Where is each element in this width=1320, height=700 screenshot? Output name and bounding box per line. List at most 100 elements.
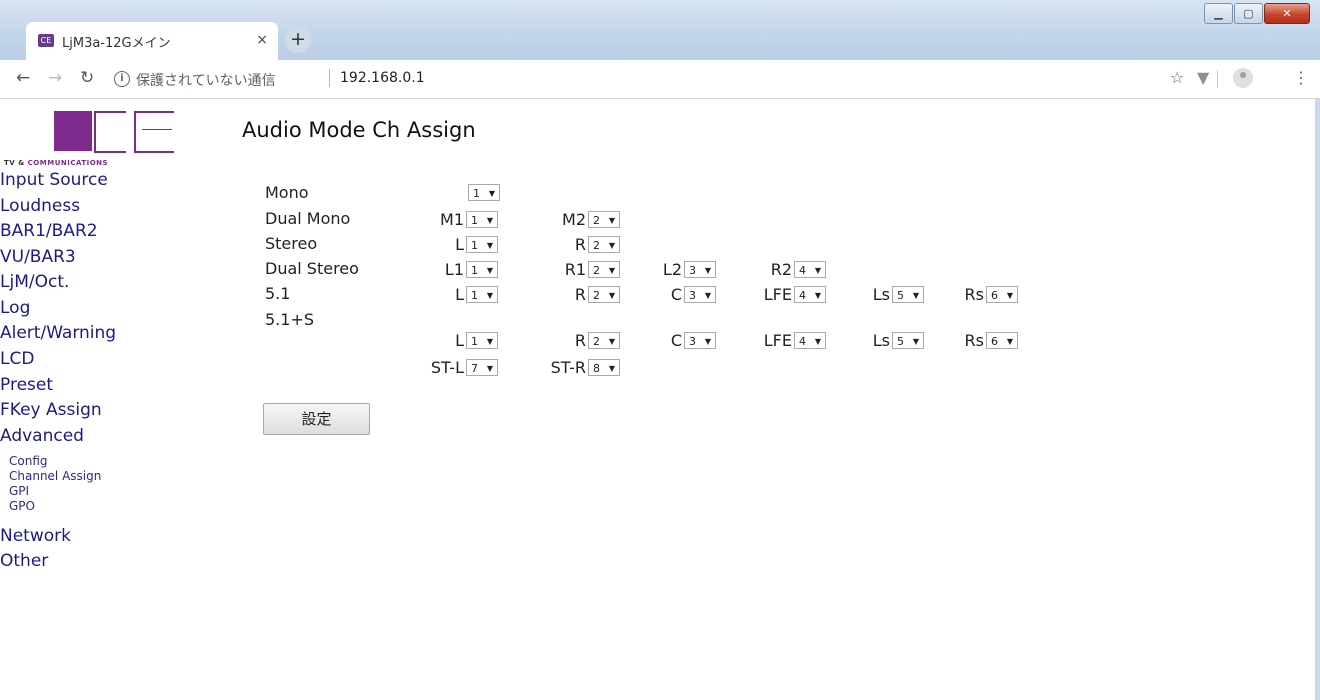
channel-select[interactable]: 1 ▼ bbox=[468, 184, 500, 201]
bookmark-star-icon[interactable]: ☆ bbox=[1170, 68, 1184, 87]
nav-ljm-oct[interactable]: LjM/Oct. bbox=[0, 272, 69, 292]
nav-lcd[interactable]: LCD bbox=[0, 349, 34, 369]
channel-select[interactable]: 2 ▼ bbox=[588, 332, 620, 349]
channel-select[interactable]: 3 ▼ bbox=[684, 286, 716, 303]
select-value: 3 bbox=[689, 335, 696, 348]
channel-select[interactable]: 6 ▼ bbox=[986, 332, 1018, 349]
channel-select[interactable]: 1 ▼ bbox=[466, 211, 498, 228]
channel-select[interactable]: 5 ▼ bbox=[892, 332, 924, 349]
channel-select[interactable]: 3 ▼ bbox=[684, 332, 716, 349]
reload-icon[interactable]: ↻ bbox=[80, 68, 94, 88]
nav-sub-channel-assign[interactable]: Channel Assign bbox=[9, 469, 101, 483]
channel-select[interactable]: 2 ▼ bbox=[588, 286, 620, 303]
channel-select[interactable]: 2 ▼ bbox=[588, 261, 620, 278]
dropdown-arrow-icon: ▼ bbox=[608, 216, 615, 225]
nav-sub-config[interactable]: Config bbox=[9, 454, 48, 468]
nav-sub-gpo[interactable]: GPO bbox=[9, 499, 35, 513]
channel-label: R bbox=[574, 331, 586, 350]
address-url[interactable]: 192.168.0.1 bbox=[340, 70, 425, 86]
nav-fkey-assign[interactable]: FKey Assign bbox=[0, 400, 102, 420]
dropdown-arrow-icon: ▼ bbox=[608, 291, 615, 300]
channel-label: R bbox=[574, 285, 586, 304]
logo-mark-c bbox=[94, 111, 126, 153]
close-window-icon[interactable]: ✕ bbox=[1264, 3, 1310, 24]
channel-select[interactable]: 8 ▼ bbox=[588, 359, 620, 376]
logo-mark-block bbox=[82, 111, 92, 151]
menu-kebab-icon[interactable]: ⋮ bbox=[1293, 68, 1309, 87]
channel-label: M2 bbox=[562, 210, 586, 229]
select-value: 3 bbox=[689, 264, 696, 277]
dropdown-arrow-icon: ▼ bbox=[488, 189, 495, 198]
nav-advanced[interactable]: Advanced bbox=[0, 426, 84, 446]
mode-label-5-1: 5.1 bbox=[265, 284, 291, 303]
channel-select[interactable]: 6 ▼ bbox=[986, 286, 1018, 303]
forward-icon[interactable]: → bbox=[48, 68, 62, 88]
browser-tab[interactable]: CE LjM3a-12Gメイン × bbox=[26, 22, 278, 60]
channel-select[interactable]: 1 ▼ bbox=[466, 286, 498, 303]
profile-avatar-icon[interactable] bbox=[1233, 68, 1253, 88]
channel-select[interactable]: 4 ▼ bbox=[794, 286, 826, 303]
channel-select[interactable]: 5 ▼ bbox=[892, 286, 924, 303]
window-right-edge bbox=[1315, 99, 1320, 700]
page-title: Audio Mode Ch Assign bbox=[242, 118, 476, 142]
channel-control: R1 2 ▼ bbox=[530, 260, 620, 279]
nav-network[interactable]: Network bbox=[0, 526, 71, 546]
new-tab-button[interactable]: + bbox=[285, 27, 311, 53]
nav-loudness[interactable]: Loudness bbox=[0, 196, 80, 216]
nav-log[interactable]: Log bbox=[0, 298, 30, 318]
logo-tagline-rest: COMMUNICATIONS bbox=[27, 159, 109, 167]
maximize-icon[interactable]: ▢ bbox=[1234, 3, 1263, 24]
extension-icon[interactable]: ▼ bbox=[1197, 68, 1209, 87]
channel-label: Ls bbox=[872, 331, 890, 350]
channel-select[interactable]: 4 ▼ bbox=[794, 261, 826, 278]
dropdown-arrow-icon: ▼ bbox=[704, 266, 711, 275]
channel-select[interactable]: 2 ▼ bbox=[588, 211, 620, 228]
info-icon[interactable]: i bbox=[114, 71, 130, 87]
channel-label: L bbox=[455, 235, 464, 254]
select-value: 3 bbox=[689, 289, 696, 302]
toolbar-divider bbox=[1217, 70, 1218, 88]
channel-control: R 2 ▼ bbox=[530, 235, 620, 254]
channel-label: L bbox=[455, 285, 464, 304]
submit-settings-button[interactable]: 設定 bbox=[263, 403, 370, 435]
nav-alert-warning[interactable]: Alert/Warning bbox=[0, 323, 116, 343]
channel-control: R 2 ▼ bbox=[530, 331, 620, 350]
channel-label: Rs bbox=[964, 285, 984, 304]
back-icon[interactable]: ← bbox=[16, 68, 30, 88]
dropdown-arrow-icon: ▼ bbox=[486, 216, 493, 225]
channel-select[interactable]: 4 ▼ bbox=[794, 332, 826, 349]
select-value: 2 bbox=[593, 214, 600, 227]
channel-select[interactable]: 1 ▼ bbox=[466, 236, 498, 253]
channel-label: L2 bbox=[662, 260, 682, 279]
channel-label: C bbox=[670, 285, 682, 304]
channel-select[interactable]: 3 ▼ bbox=[684, 261, 716, 278]
channel-control: M2 2 ▼ bbox=[530, 210, 620, 229]
channel-control: Ls 5 ▼ bbox=[850, 331, 924, 350]
channel-control: M1 1 ▼ bbox=[410, 210, 498, 229]
dropdown-arrow-icon: ▼ bbox=[814, 337, 821, 346]
security-status[interactable]: 保護されていない通信 bbox=[136, 70, 276, 90]
select-value: 1 bbox=[471, 239, 478, 252]
nav-sub-gpi[interactable]: GPI bbox=[9, 484, 29, 498]
channel-select[interactable]: 7 ▼ bbox=[466, 359, 498, 376]
select-value: 7 bbox=[471, 362, 478, 375]
channel-control: LFE 4 ▼ bbox=[740, 285, 826, 304]
channel-control: L2 3 ▼ bbox=[630, 260, 716, 279]
channel-label: M1 bbox=[440, 210, 464, 229]
nav-input-source[interactable]: Input Source bbox=[0, 170, 108, 190]
tab-close-icon[interactable]: × bbox=[256, 32, 268, 48]
nav-other[interactable]: Other bbox=[0, 551, 48, 571]
nav-bar1-bar2[interactable]: BAR1/BAR2 bbox=[0, 221, 98, 241]
dropdown-arrow-icon: ▼ bbox=[912, 291, 919, 300]
nav-vu-bar3[interactable]: VU/BAR3 bbox=[0, 247, 76, 267]
select-value: 2 bbox=[593, 289, 600, 302]
channel-label: ST-R bbox=[550, 358, 586, 377]
minimize-icon[interactable]: ▁ bbox=[1204, 3, 1233, 24]
channel-control: ST-L 7 ▼ bbox=[390, 358, 498, 377]
channel-select[interactable]: 2 ▼ bbox=[588, 236, 620, 253]
select-value: 5 bbox=[897, 289, 904, 302]
channel-select[interactable]: 1 ▼ bbox=[466, 332, 498, 349]
channel-select[interactable]: 1 ▼ bbox=[466, 261, 498, 278]
nav-preset[interactable]: Preset bbox=[0, 375, 53, 395]
select-value: 4 bbox=[799, 289, 806, 302]
